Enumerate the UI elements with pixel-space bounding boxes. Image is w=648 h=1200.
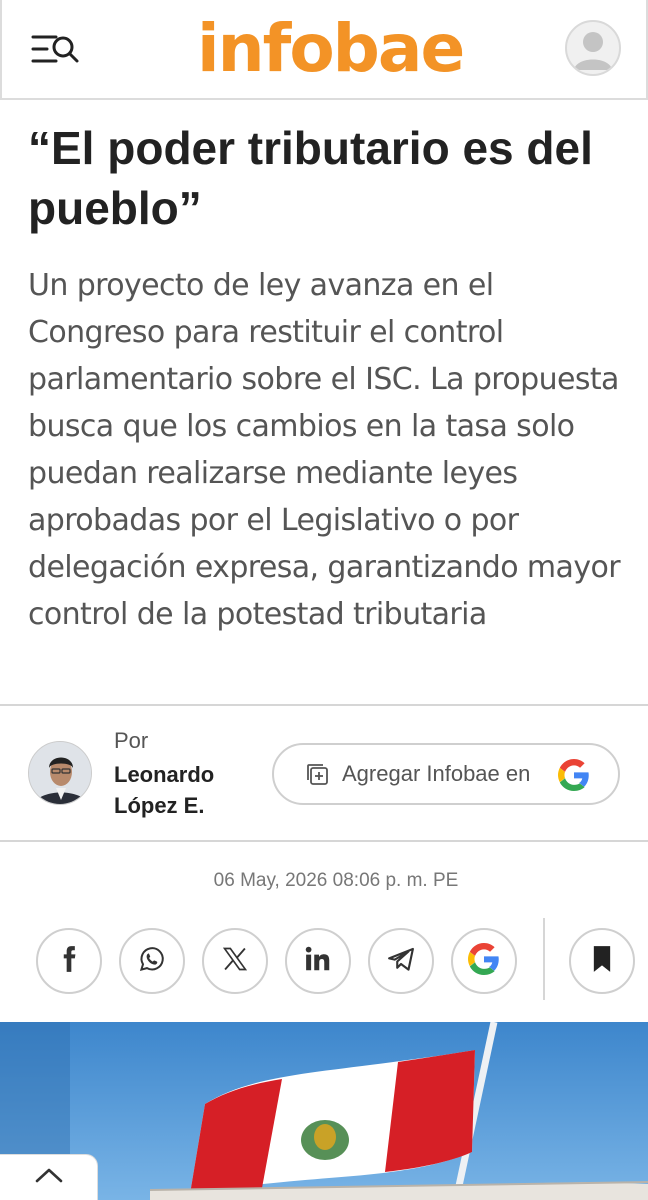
share-telegram-button[interactable] xyxy=(368,928,434,994)
share-whatsapp-button[interactable] xyxy=(119,928,185,994)
article-headline: “El poder tributario es del pueblo” xyxy=(28,122,593,234)
publish-date: 06 May, 2026 08:06 p. m. PE xyxy=(213,870,459,891)
share-separator xyxy=(543,918,545,1000)
whatsapp-icon xyxy=(137,944,167,979)
divider xyxy=(0,704,648,706)
share-x-button[interactable] xyxy=(202,928,268,994)
add-infobae-label: Agregar Infobae en xyxy=(342,761,531,786)
chevron-up-icon xyxy=(34,1166,64,1189)
telegram-icon xyxy=(386,944,416,979)
share-google-button[interactable] xyxy=(451,928,517,994)
site-logo[interactable]: infobae xyxy=(197,12,465,86)
share-linkedin-button[interactable] xyxy=(285,928,351,994)
google-icon xyxy=(558,759,590,791)
add-infobae-google-button[interactable]: Agregar Infobae en xyxy=(272,743,620,805)
author-avatar[interactable] xyxy=(28,741,92,805)
user-icon[interactable] xyxy=(565,20,621,76)
site-header: infobae xyxy=(0,0,648,100)
article-summary: Un proyecto de ley avanza en el Congreso… xyxy=(28,268,621,632)
x-icon xyxy=(221,945,249,978)
linkedin-icon xyxy=(303,944,333,979)
divider xyxy=(0,840,648,842)
scroll-top-button[interactable] xyxy=(0,1154,98,1200)
add-to-collection-icon xyxy=(304,761,330,787)
byline-label: Por xyxy=(114,728,149,753)
menu-search-icon[interactable] xyxy=(30,32,80,68)
author-name[interactable]: Leonardo López E. xyxy=(114,759,254,821)
facebook-icon xyxy=(55,945,83,978)
save-article-button[interactable] xyxy=(569,928,635,994)
google-icon xyxy=(468,942,500,980)
bookmark-icon xyxy=(590,945,614,978)
share-facebook-button[interactable] xyxy=(36,928,102,994)
